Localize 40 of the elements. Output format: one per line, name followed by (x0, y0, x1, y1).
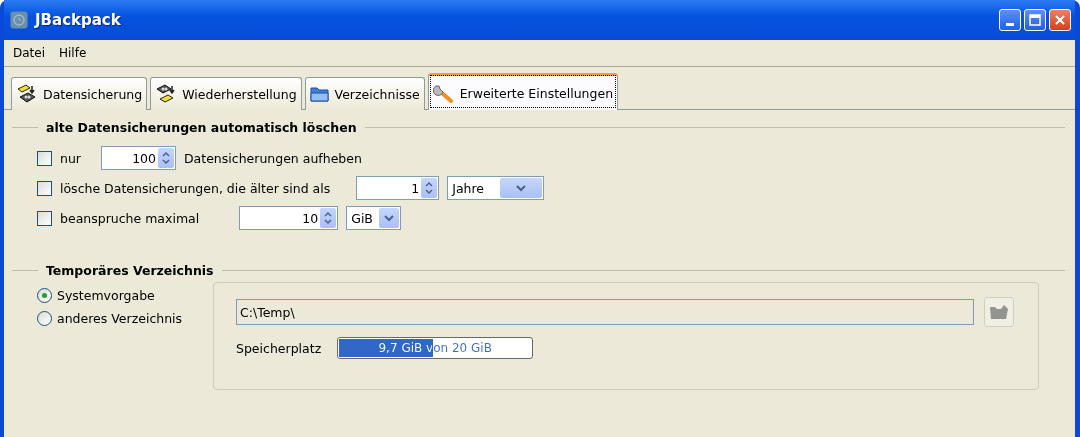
unit-dropdown[interactable]: GiB (346, 206, 401, 230)
group-title: Temporäres Verzeichnis (46, 263, 214, 278)
minimize-icon (1006, 22, 1014, 26)
menu-item[interactable]: Datei (8, 44, 50, 62)
window-title: JBackpack (35, 11, 122, 29)
field-label: Speicherplatz (236, 340, 322, 356)
maximize-button[interactable] (1024, 9, 1046, 31)
radio-button[interactable]: Systemvorgabe (37, 288, 197, 303)
radio-button[interactable]: anderes Verzeichnis (37, 311, 197, 326)
number-spinner[interactable]: 100 (101, 146, 176, 170)
spinner-arrows-icon (161, 151, 171, 165)
disk-arrow-icon (155, 84, 178, 104)
checkbox-label: lösche Datensicherungen, die älter sind als (60, 180, 331, 196)
spinner-arrows-icon (323, 211, 334, 225)
tab[interactable]: Erweiterte Einstellungen (427, 73, 619, 110)
number-spinner[interactable]: 10 (239, 206, 339, 230)
checkbox[interactable] (37, 210, 52, 226)
close-button[interactable] (1049, 9, 1071, 31)
clock-arrow-icon (10, 11, 28, 29)
checkbox-label: nur (60, 150, 81, 166)
path-field[interactable]: C:\Temp\ (236, 299, 974, 325)
wrench-icon (432, 83, 455, 103)
spinner-arrows-icon (424, 181, 435, 195)
field-label: Datensicherungen aufheben (184, 150, 362, 166)
menu-item[interactable]: Hilfe (54, 44, 92, 62)
group-title: alte Datensicherungen automatisch löschen (46, 120, 357, 135)
checkbox-label: beanspruche maximal (60, 210, 200, 226)
tab[interactable]: Datensicherung (11, 77, 148, 110)
checkbox[interactable] (37, 150, 52, 166)
checkbox[interactable] (37, 180, 52, 196)
maximize-icon (1029, 14, 1041, 26)
minimize-button[interactable] (999, 9, 1021, 31)
folder-icon (309, 85, 330, 103)
folder-icon (989, 303, 1009, 321)
number-spinner[interactable]: 1 (356, 176, 440, 200)
tab[interactable]: Wiederherstellung (150, 77, 302, 110)
unit-dropdown[interactable]: Jahre (447, 176, 545, 200)
close-icon (1054, 14, 1066, 26)
tab[interactable]: Verzeichnisse (304, 77, 425, 110)
disk-arrow-icon (16, 84, 38, 104)
